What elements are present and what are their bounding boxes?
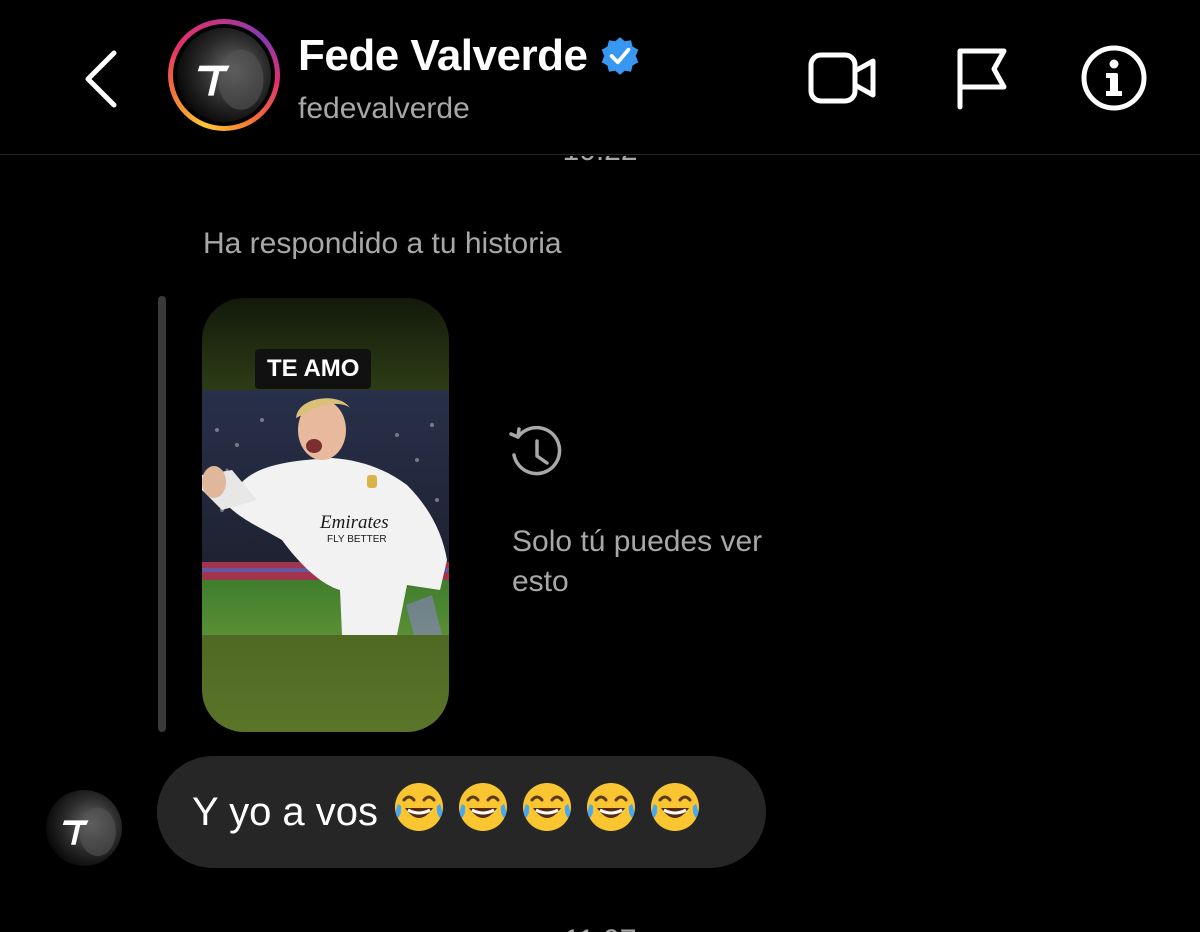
laughing-emoji-icon: [395, 783, 444, 831]
avatar-image: [177, 28, 271, 122]
story-reply-notice: Ha respondido a tu historia: [203, 227, 562, 260]
svg-text:Emirates: Emirates: [319, 512, 389, 533]
timestamp-bottom: 11:07: [0, 922, 1200, 932]
privacy-note: Solo tú puedes ver esto: [512, 525, 763, 598]
story-preview[interactable]: Emirates FLY BETTER TE AMO: [202, 298, 449, 732]
laughing-emoji-icon: [523, 783, 572, 831]
fv-logo-avatar-small: [46, 790, 122, 866]
video-call-icon: [808, 52, 876, 104]
laughing-emoji-icon: [651, 783, 700, 831]
laughing-emoji-icon: [459, 783, 508, 831]
laughing-emoji-icon: [587, 783, 636, 831]
message-bubble[interactable]: Y yo a vos: [157, 756, 766, 868]
back-button[interactable]: [76, 44, 126, 114]
reply-indicator-bar: [158, 296, 166, 732]
timestamp-top: 10:22: [0, 156, 1200, 170]
contact-username: fedevalverde: [298, 92, 470, 125]
fv-logo-avatar: [177, 28, 271, 122]
message-emojis: [392, 780, 712, 844]
svg-text:FLY BETTER: FLY BETTER: [327, 534, 387, 545]
verified-badge-icon: [602, 37, 639, 75]
sender-avatar[interactable]: [46, 790, 122, 866]
flag-icon: [957, 48, 1007, 110]
chat-header: Fede Valverde fedevalverde: [0, 0, 1200, 155]
back-chevron-icon: [85, 50, 117, 108]
story-photo: Emirates FLY BETTER: [202, 390, 449, 635]
story-sticker-label: TE AMO: [255, 349, 372, 389]
info-icon: [1081, 45, 1147, 111]
report-button[interactable]: [942, 40, 1018, 116]
message-text: Y yo a vos: [192, 789, 379, 834]
contact-name[interactable]: Fede Valverde: [298, 30, 588, 82]
history-icon: [509, 425, 562, 476]
profile-avatar[interactable]: [168, 19, 280, 131]
info-button[interactable]: [1076, 40, 1152, 116]
video-call-button[interactable]: [805, 40, 881, 116]
